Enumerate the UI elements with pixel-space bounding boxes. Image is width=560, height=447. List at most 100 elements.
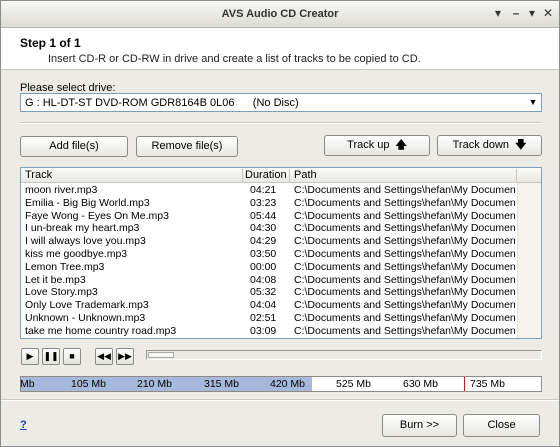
cell-duration: 04:29 <box>250 235 277 248</box>
step-title: Step 1 of 1 <box>20 36 81 50</box>
track-list[interactable]: Track Duration Path moon river.mp3 04:21 C… <box>20 167 542 339</box>
fast-forward-button[interactable]: ▶▶ <box>116 348 134 365</box>
footer-divider <box>1 399 559 401</box>
stop-button[interactable]: ■ <box>63 348 81 365</box>
table-row[interactable]: Let it be.mp3 04:08 C:\Documents and Setti… <box>21 274 517 287</box>
main-window: AVS Audio CD Creator ▾ – ▾ ✕ Step 1 of 1… <box>0 0 560 447</box>
table-row[interactable]: kiss me goodbye.mp3 03:50 C:\Documents and… <box>21 248 517 261</box>
capacity-label: 420 Mb <box>270 378 306 390</box>
capacity-label: 105 Mb <box>71 378 107 390</box>
burn-label: Burn >> <box>399 419 440 431</box>
pin-icon[interactable]: ▾ <box>491 6 505 20</box>
column-header-duration[interactable]: Duration <box>245 169 287 181</box>
cell-path: C:\Documents and Settings\hefan\My Docum… <box>294 209 516 222</box>
cell-path: C:\Documents and Settings\hefan\My Docum… <box>294 248 516 260</box>
close-button[interactable]: Close <box>463 414 540 437</box>
cell-duration: 04:21 <box>250 184 277 196</box>
cell-track: kiss me goodbye.mp3 <box>25 248 128 260</box>
play-icon: ▶ <box>26 351 34 361</box>
burn-button[interactable]: Burn >> <box>382 414 457 437</box>
cell-track: Emilia - Big Big World.mp3 <box>25 196 150 209</box>
cell-track: I will always love you.mp3 <box>25 235 146 248</box>
table-row[interactable]: I un-break my heart.mp3 04:30 C:\Documents… <box>21 222 517 235</box>
pause-icon: ❚❚ <box>43 351 59 361</box>
table-row[interactable]: Faye Wong - Eyes On Me.mp3 05:44 C:\Docume… <box>21 210 517 223</box>
drive-value: G : HL-DT-ST DVD-ROM GDR8164B 0L06 (No D… <box>25 97 299 109</box>
track-down-button[interactable]: Track down 🡇 <box>437 135 542 156</box>
track-down-label: Track down <box>452 139 510 151</box>
column-divider[interactable] <box>242 169 243 182</box>
cell-path: C:\Documents and Settings\hefan\My Docum… <box>294 222 516 235</box>
cell-track: Lemon Tree.mp3 <box>25 260 105 273</box>
rewind-icon: ◀◀ <box>97 351 111 361</box>
cell-duration: 00:00 <box>250 260 277 273</box>
cell-path: C:\Documents and Settings\hefan\My Docum… <box>294 299 516 312</box>
column-header-path[interactable]: Path <box>294 169 317 181</box>
column-divider[interactable] <box>516 169 517 182</box>
table-row[interactable]: I will always love you.mp3 04:29 C:\Docume… <box>21 235 517 248</box>
wizard-header: Step 1 of 1 Insert CD-R or CD-RW in driv… <box>1 28 559 70</box>
cell-path: C:\Documents and Settings\hefan\My Docum… <box>294 286 516 299</box>
table-row[interactable]: Emilia - Big Big World.mp3 03:23 C:\Docume… <box>21 197 517 210</box>
capacity-label: 525 Mb <box>336 378 372 390</box>
cell-path: C:\Documents and Settings\hefan\My Docum… <box>294 260 516 273</box>
cell-path: C:\Documents and Settings\hefan\My Docum… <box>294 312 516 324</box>
cell-duration: 03:50 <box>250 248 277 260</box>
window-title: AVS Audio CD Creator <box>221 8 339 20</box>
cell-path: C:\Documents and Settings\hefan\My Docum… <box>294 184 516 196</box>
column-divider[interactable] <box>289 169 290 182</box>
cell-duration: 05:44 <box>250 209 277 222</box>
arrow-up-icon: 🡅 <box>395 139 407 151</box>
capacity-label: 315 Mb <box>204 378 240 390</box>
capacity-limit-marker <box>464 377 465 391</box>
add-files-button[interactable]: Add file(s) <box>20 136 128 157</box>
remove-files-label: Remove file(s) <box>151 140 223 152</box>
cell-duration: 03:23 <box>250 196 277 209</box>
cell-track: Faye Wong - Eyes On Me.mp3 <box>25 209 169 222</box>
column-header-track[interactable]: Track <box>25 169 52 181</box>
table-row[interactable]: take me home country road.mp3 03:09 C:\Doc… <box>21 325 517 338</box>
track-up-button[interactable]: Track up 🡅 <box>324 135 430 156</box>
cell-track: Love Story.mp3 <box>25 286 98 299</box>
drive-select[interactable]: G : HL-DT-ST DVD-ROM GDR8164B 0L06 (No D… <box>20 93 542 112</box>
cell-track: moon river.mp3 <box>25 184 98 196</box>
table-row[interactable]: Unknown - Unknown.mp3 02:51 C:\Documents a… <box>21 312 517 325</box>
cell-track: Only Love Trademark.mp3 <box>25 299 149 312</box>
cell-duration: 05:32 <box>250 286 277 299</box>
pause-button[interactable]: ❚❚ <box>42 348 60 365</box>
step-description: Insert CD-R or CD-RW in drive and create… <box>48 53 421 65</box>
cell-track: Unknown - Unknown.mp3 <box>25 312 146 324</box>
cell-path: C:\Documents and Settings\hefan\My Docum… <box>294 324 516 337</box>
cell-track: I un-break my heart.mp3 <box>25 222 140 235</box>
divider <box>20 122 542 124</box>
menu-down-icon[interactable]: ▾ <box>525 6 539 20</box>
vertical-scrollbar[interactable] <box>517 183 541 338</box>
disc-capacity-bar: Mb 105 Mb 210 Mb 315 Mb 420 Mb 525 Mb 63… <box>20 376 542 392</box>
cell-track: Let it be.mp3 <box>25 273 86 286</box>
cell-path: C:\Documents and Settings\hefan\My Docum… <box>294 196 516 209</box>
close-icon[interactable]: ✕ <box>541 6 555 20</box>
capacity-label: 630 Mb <box>403 378 439 390</box>
capacity-label: 210 Mb <box>137 378 173 390</box>
table-row[interactable]: Only Love Trademark.mp3 04:04 C:\Documents… <box>21 299 517 312</box>
table-row[interactable]: moon river.mp3 04:21 C:\Documents and Sett… <box>21 184 517 197</box>
cell-duration: 03:09 <box>250 324 277 337</box>
cell-track: take me home country road.mp3 <box>25 324 177 337</box>
seek-slider[interactable] <box>146 350 542 360</box>
table-header: Track Duration Path <box>21 168 541 183</box>
capacity-label: Mb <box>20 378 35 390</box>
remove-files-button[interactable]: Remove file(s) <box>136 136 238 157</box>
cell-duration: 04:08 <box>250 273 277 286</box>
close-label: Close <box>487 419 516 431</box>
seek-thumb[interactable] <box>148 352 174 358</box>
help-link[interactable]: ? <box>20 419 27 431</box>
dropdown-arrow-icon[interactable]: ▼ <box>525 94 541 111</box>
stop-icon: ■ <box>69 351 75 361</box>
cell-duration: 02:51 <box>250 312 277 324</box>
rewind-button[interactable]: ◀◀ <box>95 348 113 365</box>
track-up-label: Track up <box>347 139 390 151</box>
minimize-icon[interactable]: – <box>509 6 523 20</box>
play-button[interactable]: ▶ <box>21 348 39 365</box>
table-row[interactable]: Lemon Tree.mp3 00:00 C:\Documents and Sett… <box>21 261 517 274</box>
table-row[interactable]: Love Story.mp3 05:32 C:\Documents and Sett… <box>21 286 517 299</box>
